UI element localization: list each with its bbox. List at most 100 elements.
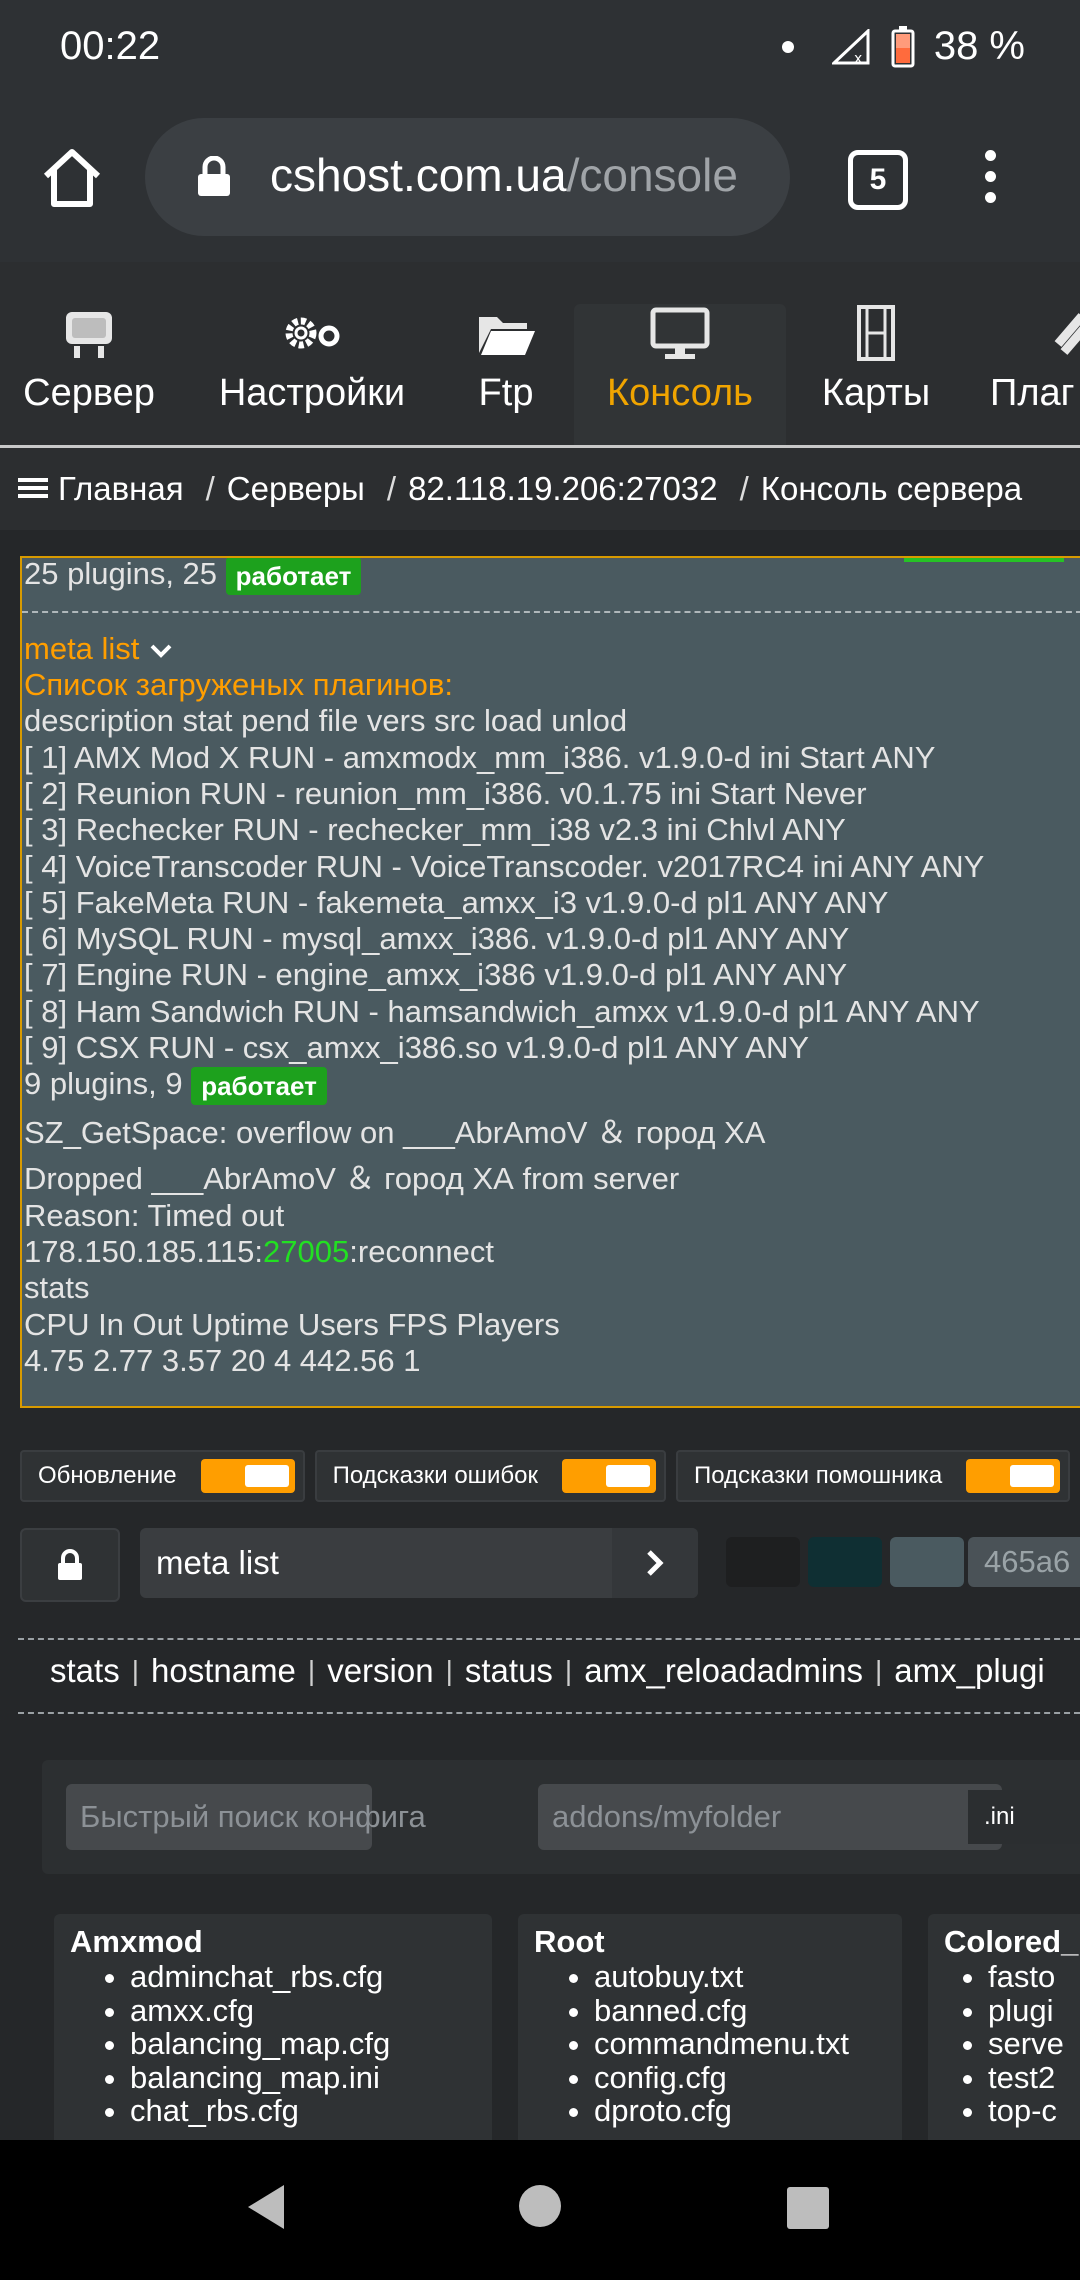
tab-switcher-button[interactable]: 5 <box>848 150 908 210</box>
config-group-title: Root <box>534 1924 605 1959</box>
extension-select[interactable]: .ini <box>968 1790 1080 1844</box>
config-file-link[interactable]: dproto.cfg <box>594 2094 902 2128</box>
console-line: 178.150.185.115:27005:reconnect <box>24 1234 495 1270</box>
home-circle-icon[interactable] <box>518 2184 562 2228</box>
back-icon[interactable] <box>244 2182 288 2232</box>
config-file-link[interactable]: test2 <box>988 2060 1080 2095</box>
url-bar[interactable]: cshost.com.ua/console <box>145 118 790 236</box>
tab-ftp[interactable]: Ftp <box>460 304 552 447</box>
config-file-link[interactable]: top-c <box>988 2094 1080 2128</box>
breadcrumb: Главная / Серверы / 82.118.19.206:27032 … <box>0 448 1080 530</box>
divider <box>18 1638 1080 1640</box>
recents-icon[interactable] <box>786 2186 830 2230</box>
battery-icon <box>891 25 915 67</box>
config-file-link[interactable]: commandmenu.txt <box>594 2027 902 2061</box>
svg-text:x: x <box>854 51 862 65</box>
color-hex-input[interactable]: 465a6 <box>968 1537 1080 1587</box>
config-group-amxmod: Amxmod adminchat_rbs.cfg amxx.cfg balanc… <box>54 1914 492 2154</box>
console-line: description stat pend file vers src load… <box>24 703 628 739</box>
color-swatch-teal[interactable] <box>808 1537 882 1587</box>
console-command-line: meta list <box>22 631 1080 667</box>
config-file-link[interactable]: banned.cfg <box>594 1993 902 2028</box>
plugin-line: [ 3] Rechecker RUN - rechecker_mm_i38 v2… <box>24 812 846 848</box>
url-host: cshost.com.ua <box>270 149 567 201</box>
console-divider <box>22 610 1080 613</box>
plugin-line: [ 9] CSX RUN - csx_amxx_i386.so v1.9.0-d… <box>24 1030 810 1066</box>
status-badge: работает <box>225 558 362 595</box>
quick-command[interactable]: hostname <box>151 1652 296 1690</box>
console-line: Reason: Timed out <box>24 1197 285 1233</box>
divider <box>18 1712 1080 1714</box>
quick-command[interactable]: status <box>465 1652 553 1690</box>
film-icon <box>857 305 895 361</box>
breadcrumb-current: Консоль сервера <box>760 470 1023 507</box>
switch-on[interactable] <box>200 1459 295 1493</box>
tab-plugins[interactable]: Плаг <box>990 304 1080 447</box>
gears-icon <box>285 317 340 349</box>
send-command-button[interactable] <box>612 1528 698 1598</box>
tab-maps[interactable]: Карты <box>806 304 946 447</box>
config-file-link[interactable]: autobuy.txt <box>594 1960 902 1994</box>
config-file-link[interactable]: plugi <box>988 1993 1080 2028</box>
status-badge: работает <box>191 1067 327 1106</box>
browser-menu-icon[interactable] <box>985 150 997 208</box>
config-file-link[interactable]: config.cfg <box>594 2060 902 2095</box>
breadcrumb-server-ip[interactable]: 82.118.19.206:27032 <box>408 470 718 508</box>
config-file-link[interactable]: fasto <box>988 1960 1080 1994</box>
console-options: Обновление Подсказки ошибок Подсказки по… <box>20 1450 1080 1502</box>
browser-toolbar: cshost.com.ua/console 5 <box>0 98 1080 262</box>
notification-dot-icon <box>781 40 794 53</box>
config-search-input[interactable]: Быстрый поиск конфига <box>66 1784 426 1850</box>
console-output[interactable]: 25 plugins, 25 работает meta list Список… <box>20 556 1080 1408</box>
toggle-error-hints[interactable]: Подсказки ошибок <box>314 1450 666 1502</box>
config-group-root: Root autobuy.txt banned.cfg commandmenu.… <box>518 1914 902 2154</box>
config-group-colored: Colored_ fasto plugi serve test2 top-c <box>928 1914 1080 2154</box>
plugin-line: [ 4] VoiceTranscoder RUN - VoiceTranscod… <box>24 848 985 884</box>
breadcrumb-servers[interactable]: Серверы <box>227 470 365 508</box>
config-file-link[interactable]: balancing_map.ini <box>130 2060 492 2095</box>
plugin-line: [ 7] Engine RUN - engine_amxx_i386 v1.9.… <box>24 957 848 993</box>
home-icon[interactable] <box>40 146 104 210</box>
plug-icon <box>1054 313 1080 355</box>
lock-button[interactable] <box>20 1528 120 1602</box>
monitor-icon <box>650 307 710 359</box>
config-file-link[interactable]: adminchat_rbs.cfg <box>130 1960 492 1994</box>
system-navigation-bar <box>0 2140 1080 2280</box>
switch-on[interactable] <box>561 1459 656 1493</box>
plugin-line: [ 5] FakeMeta RUN - fakemeta_amxx_i3 v1.… <box>24 884 889 920</box>
console-line: Список загруженых плагинов: <box>24 667 453 703</box>
main-nav: Сервер Настройки Ftp Консоль Карты Плаг <box>0 262 1080 447</box>
config-file-link[interactable]: serve <box>988 2027 1080 2061</box>
lock-icon <box>198 156 230 196</box>
tab-plugins-label: Плаг <box>990 372 1075 414</box>
breadcrumb-home[interactable]: Главная <box>58 470 184 508</box>
config-file-link[interactable]: amxx.cfg <box>130 1993 492 2028</box>
config-group-title: Colored_ <box>944 1924 1079 1959</box>
tab-console[interactable]: Консоль <box>574 304 786 447</box>
plugin-line: [ 2] Reunion RUN - reunion_mm_i386. v0.1… <box>24 776 867 811</box>
config-file-link[interactable]: chat_rbs.cfg <box>130 2094 492 2128</box>
switch-on[interactable] <box>966 1459 1061 1493</box>
quick-command[interactable]: amx_reloadadmins <box>584 1652 863 1690</box>
quick-command[interactable]: amx_plugi <box>894 1652 1044 1690</box>
chevron-right-icon <box>647 1550 664 1576</box>
plugin-line: [ 8] Ham Sandwich RUN - hamsandwich_amxx… <box>24 993 980 1029</box>
config-file-link[interactable]: balancing_map.cfg <box>130 2027 492 2061</box>
console-line: Dropped ___AbrAmoV ＆ город ХА from serve… <box>24 1161 680 1197</box>
quick-command[interactable]: stats <box>50 1652 120 1690</box>
battery-percent: 38 % <box>933 24 1025 68</box>
plugin-line: [ 1] AMX Mod X RUN - amxmodx_mm_i386. v1… <box>24 739 936 775</box>
color-swatch-slate[interactable] <box>890 1537 964 1587</box>
tab-server[interactable]: Сервер <box>14 304 164 447</box>
folder-path-input[interactable]: addons/myfolder <box>538 1784 1002 1850</box>
quick-command[interactable]: version <box>327 1652 433 1690</box>
color-swatch-dark[interactable] <box>726 1537 800 1587</box>
server-icon <box>66 312 112 358</box>
tab-settings[interactable]: Настройки <box>206 304 418 447</box>
toggle-helper-hints[interactable]: Подсказки помошника <box>675 1450 1071 1502</box>
chevron-down-icon[interactable] <box>148 642 174 660</box>
console-line: 9 plugins, 9 работает <box>22 1066 1080 1106</box>
toggle-autorefresh[interactable]: Обновление <box>20 1450 305 1502</box>
folder-open-icon <box>479 317 535 355</box>
url-path: /console <box>566 149 738 201</box>
